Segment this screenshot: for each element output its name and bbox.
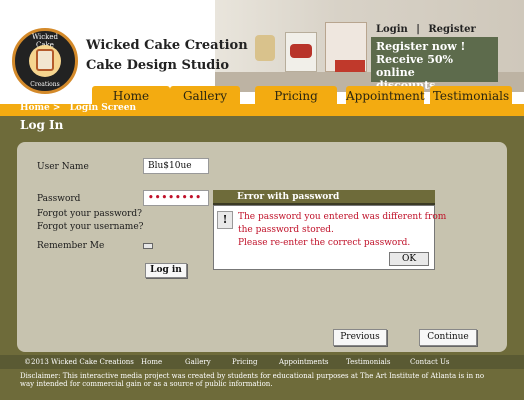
link-separator: | (416, 24, 420, 35)
login-link[interactable]: Login (376, 24, 408, 35)
page-title: Log In (20, 118, 64, 132)
username-label: User Name (37, 162, 89, 172)
main-nav: Home Gallery Pricing Appointment Testimo… (0, 86, 524, 106)
cake-icon (36, 49, 54, 71)
footer-link-contact[interactable]: Contact Us (410, 358, 450, 366)
login-button[interactable]: Log in (145, 263, 187, 278)
footer-link-testimonials[interactable]: Testimonials (346, 358, 391, 366)
footer-link-appointments[interactable]: Appointments (279, 358, 329, 366)
breadcrumb-home[interactable]: Home > (20, 103, 60, 113)
nav-tab-testimonials[interactable]: Testimonials (430, 86, 512, 106)
nav-tab-appointment[interactable]: Appointment (346, 86, 425, 106)
error-message-line-3: Please re-enter the correct password. (238, 238, 411, 248)
username-field[interactable]: Blu$10ue (143, 158, 209, 174)
forgot-password-link[interactable]: Forgot your password? (37, 209, 142, 219)
footer-link-gallery[interactable]: Gallery (185, 358, 211, 366)
continue-button[interactable]: Continue (419, 329, 477, 346)
register-link[interactable]: Register (428, 24, 475, 35)
disclaimer-text: Disclaimer: This interactive media proje… (20, 372, 485, 388)
forgot-username-link[interactable]: Forgot your username? (37, 222, 143, 232)
error-message-line-2: the password stored. (238, 225, 334, 235)
footer-link-home[interactable]: Home (141, 358, 162, 366)
promo-line-2: Receive 50% online (376, 53, 453, 79)
previous-button[interactable]: Previous (333, 329, 387, 346)
nav-tab-pricing[interactable]: Pricing (255, 86, 337, 106)
remember-me-label: Remember Me (37, 241, 105, 251)
brand-tagline: Cake Design Studio (86, 58, 229, 73)
password-label: Password (37, 194, 81, 204)
warning-icon: ! (217, 211, 233, 229)
hero-cake-decoration (290, 44, 312, 58)
password-field[interactable]: •••••••• (143, 190, 209, 206)
logo-badge[interactable]: Wicked Cake Creations (12, 28, 78, 94)
promo-line-1: Register now ! (376, 40, 466, 53)
promo-banner[interactable]: Register now ! Receive 50% online discou… (371, 37, 498, 92)
error-dialog-title[interactable]: Error with password (213, 190, 435, 205)
account-links: Login | Register (376, 24, 476, 35)
remember-me-checkbox[interactable] (143, 243, 153, 249)
breadcrumb-current: Login Screen (69, 103, 137, 113)
brand-name: Wicked Cake Creation (86, 38, 248, 53)
breadcrumb: Home > Login Screen (20, 103, 142, 113)
footer-link-pricing[interactable]: Pricing (232, 358, 257, 366)
title-bar: Log In (0, 116, 524, 136)
hero-cake-decoration (335, 60, 365, 72)
nav-tab-gallery[interactable]: Gallery (170, 86, 240, 106)
header: Wicked Cake Creations Wicked Cake Creati… (0, 0, 524, 95)
error-ok-button[interactable]: OK (389, 252, 429, 266)
error-message-line-1: The password you entered was different f… (238, 212, 447, 222)
footer-copyright: ©2013 Wicked Cake Creations (24, 358, 134, 366)
hero-cake-decoration (255, 35, 275, 61)
